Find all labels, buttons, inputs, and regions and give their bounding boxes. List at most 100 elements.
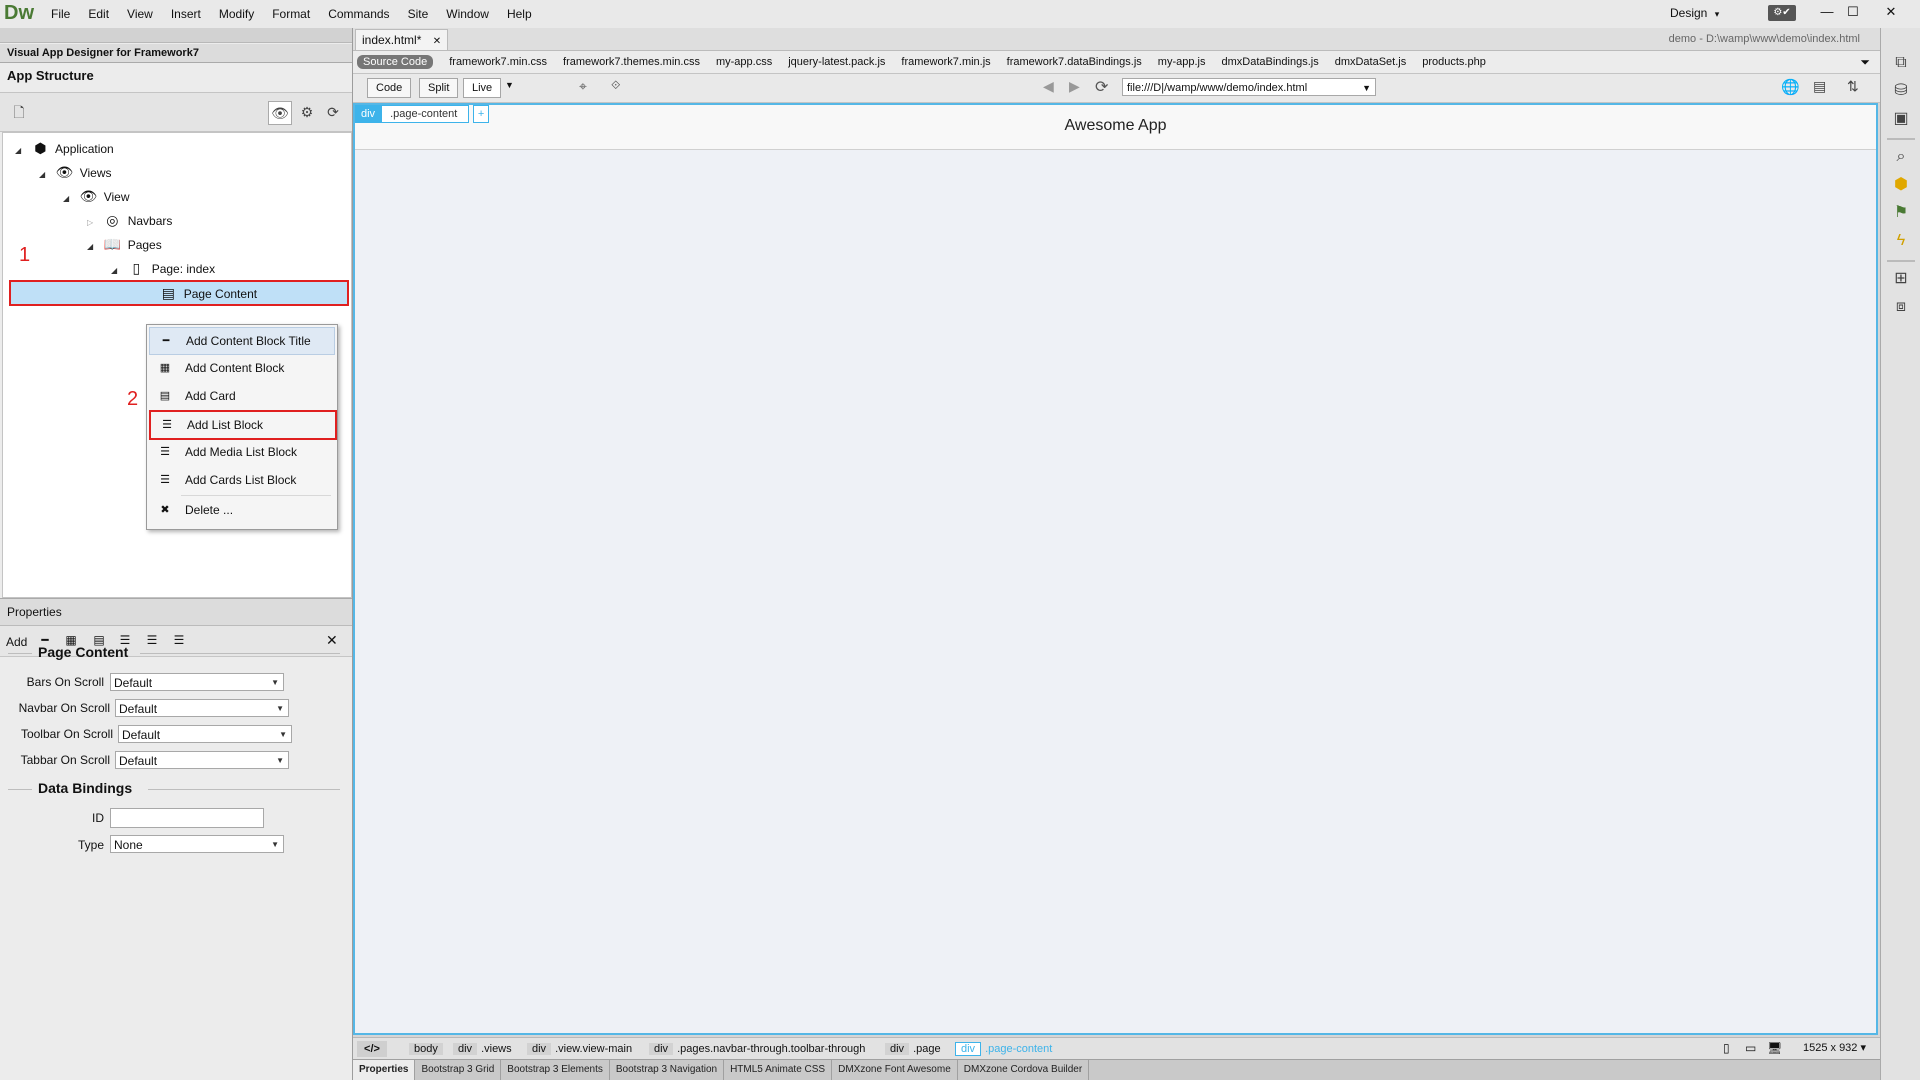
related-file[interactable]: framework7.themes.min.css xyxy=(563,56,700,68)
tag-crumb-body[interactable]: body xyxy=(409,1041,447,1057)
expand-triangle-icon[interactable]: ◢ xyxy=(111,260,123,282)
chevron-down-icon[interactable]: ▼ xyxy=(505,80,514,90)
related-file[interactable]: framework7.dataBindings.js xyxy=(1007,56,1142,68)
panel-tab-title[interactable]: Visual App Designer for Framework7 xyxy=(0,44,352,63)
tree-node-page-content[interactable]: ▤ Page Content xyxy=(9,280,349,306)
globe-icon[interactable]: 🌐 xyxy=(1781,78,1800,96)
menu-edit[interactable]: Edit xyxy=(88,7,109,21)
selection-class[interactable]: .page-content xyxy=(381,105,470,123)
eye-icon[interactable]: 👁 xyxy=(268,101,292,125)
tag-crumb-view-main[interactable]: div .view.view-main xyxy=(527,1041,632,1057)
tree-node-views[interactable]: ◢ 👁 Views xyxy=(39,161,111,183)
expand-triangle-icon[interactable]: ◢ xyxy=(15,140,27,162)
extension-icon[interactable]: ⬢ xyxy=(1889,174,1913,196)
minimize-button[interactable]: — xyxy=(1816,2,1838,22)
behaviors-icon[interactable]: ⚑ xyxy=(1889,202,1913,224)
new-page-icon[interactable]: 🗋 xyxy=(8,101,30,123)
refresh-icon[interactable]: ⟳ xyxy=(322,101,344,123)
related-file[interactable]: dmxDataBindings.js xyxy=(1221,56,1318,68)
menu-file[interactable]: File xyxy=(51,7,70,21)
filter-icon[interactable]: ⏷ xyxy=(1860,55,1870,70)
toolbar-on-scroll-select[interactable]: Default ▼ xyxy=(118,725,292,743)
refresh-icon[interactable]: ⟳ xyxy=(1095,77,1108,97)
snippets-icon[interactable]: ⧈ xyxy=(1889,296,1913,318)
menu-commands[interactable]: Commands xyxy=(328,7,389,21)
navbar-on-scroll-select[interactable]: Default ▼ xyxy=(115,699,289,717)
lightning-icon[interactable]: ϟ xyxy=(1889,230,1913,252)
menu-help[interactable]: Help xyxy=(507,7,532,21)
related-file[interactable]: framework7.min.css xyxy=(449,56,547,68)
type-select[interactable]: None ▼ xyxy=(110,835,284,853)
sitemap-icon[interactable]: ⊞ xyxy=(1889,268,1913,290)
panel-collapse-bar[interactable] xyxy=(0,28,352,43)
tree-node-page-index[interactable]: ◢ ▯ Page: index xyxy=(111,257,215,279)
live-view-canvas[interactable]: Awesome App div .page-content + xyxy=(353,103,1878,1035)
element-selection-chip[interactable]: div .page-content + xyxy=(355,105,490,123)
tree-node-navbars[interactable]: ▷ ◎ Navbars xyxy=(87,209,172,231)
menu-item-add-cards-list-block[interactable]: ☰ Add Cards List Block xyxy=(149,467,333,493)
menu-window[interactable]: Window xyxy=(446,7,489,21)
related-file[interactable]: my-app.css xyxy=(716,56,772,68)
add-class-button[interactable]: + xyxy=(473,105,490,123)
menu-item-add-content-block[interactable]: ▦ Add Content Block xyxy=(149,355,333,381)
tag-crumb-page[interactable]: div .page xyxy=(885,1041,941,1057)
tab-cordova-builder[interactable]: DMXzone Cordova Builder xyxy=(958,1060,1090,1080)
files-icon[interactable]: ⧉ xyxy=(1889,52,1913,74)
viewport-size-select[interactable]: 1525 x 932 ▾ xyxy=(1803,1041,1866,1054)
menu-modify[interactable]: Modify xyxy=(219,7,254,21)
tab-properties[interactable]: Properties xyxy=(353,1060,416,1080)
add-media-list-icon[interactable]: ☰ xyxy=(143,633,161,649)
add-cards-list-icon[interactable]: ☰ xyxy=(170,633,188,649)
tab-bootstrap-elements[interactable]: Bootstrap 3 Elements xyxy=(501,1060,610,1080)
id-input[interactable] xyxy=(110,808,264,828)
maximize-button[interactable]: ☐ xyxy=(1842,2,1864,22)
bars-on-scroll-select[interactable]: Default ▼ xyxy=(110,673,284,691)
forward-arrow-icon[interactable]: ▶ xyxy=(1069,78,1080,95)
related-file[interactable]: jquery-latest.pack.js xyxy=(788,56,885,68)
close-icon[interactable]: ✕ xyxy=(326,632,338,649)
menu-site[interactable]: Site xyxy=(408,7,429,21)
desktop-size-icon[interactable]: 🖥 xyxy=(1767,1041,1782,1055)
menu-item-add-content-block-title[interactable]: ━ Add Content Block Title xyxy=(149,327,335,355)
expand-triangle-icon[interactable]: ◢ xyxy=(39,164,51,186)
tabbar-on-scroll-select[interactable]: Default ▼ xyxy=(115,751,289,769)
inspect-icon[interactable]: ⌖ xyxy=(579,78,587,95)
gear-icon[interactable]: ⚙ xyxy=(296,101,318,123)
tag-crumb-pages[interactable]: div .pages.navbar-through.toolbar-through xyxy=(649,1041,865,1057)
close-window-button[interactable]: ✕ xyxy=(1880,2,1902,22)
tree-node-pages[interactable]: ◢ 📖 Pages xyxy=(87,233,162,255)
code-navigator-icon[interactable]: ⟐ xyxy=(611,78,620,93)
search-icon[interactable]: ⌕ xyxy=(1889,146,1913,168)
related-file[interactable]: products.php xyxy=(1422,56,1486,68)
menu-item-add-list-block[interactable]: ☰ Add List Block xyxy=(149,410,337,440)
related-file[interactable]: my-app.js xyxy=(1158,56,1206,68)
tab-bootstrap-grid[interactable]: Bootstrap 3 Grid xyxy=(415,1060,502,1080)
code-view-button[interactable]: Code xyxy=(367,78,412,98)
menu-item-add-card[interactable]: ▤ Add Card xyxy=(149,383,333,409)
menu-item-delete[interactable]: ✖ Delete ... xyxy=(149,497,333,523)
database-icon[interactable]: ⛁ xyxy=(1889,80,1913,102)
related-file[interactable]: dmxDataSet.js xyxy=(1335,56,1407,68)
menu-view[interactable]: View xyxy=(127,7,153,21)
back-arrow-icon[interactable]: ◀ xyxy=(1043,78,1054,95)
tab-html5-animate-css[interactable]: HTML5 Animate CSS xyxy=(724,1060,833,1080)
code-toggle-button[interactable]: </> xyxy=(357,1041,387,1057)
tag-crumb-page-content[interactable]: div .page-content xyxy=(955,1041,1052,1057)
expand-triangle-icon[interactable]: ◢ xyxy=(87,236,99,258)
workspace-switcher[interactable]: Design ▾ xyxy=(1670,6,1719,20)
menu-format[interactable]: Format xyxy=(272,7,310,21)
close-icon[interactable]: ✕ xyxy=(433,36,441,47)
address-input[interactable]: file:///D|/wamp/www/demo/index.html ▼ xyxy=(1122,78,1376,96)
related-file[interactable]: framework7.min.js xyxy=(901,56,990,68)
tablet-size-icon[interactable]: ▭ xyxy=(1745,1041,1756,1055)
related-file-source-code[interactable]: Source Code xyxy=(357,55,434,69)
split-view-button[interactable]: Split xyxy=(419,78,459,98)
tree-node-application[interactable]: ◢ ⬢ Application xyxy=(15,137,114,159)
assets-icon[interactable]: ▣ xyxy=(1889,108,1913,130)
tree-node-view[interactable]: ◢ 👁 View xyxy=(63,185,129,207)
mobile-size-icon[interactable]: ▯ xyxy=(1723,1041,1730,1055)
live-view-button[interactable]: Live xyxy=(463,78,502,98)
menu-item-add-media-list-block[interactable]: ☰ Add Media List Block xyxy=(149,439,333,465)
collapsed-triangle-icon[interactable]: ▷ xyxy=(87,212,99,234)
expand-triangle-icon[interactable]: ◢ xyxy=(63,188,75,210)
